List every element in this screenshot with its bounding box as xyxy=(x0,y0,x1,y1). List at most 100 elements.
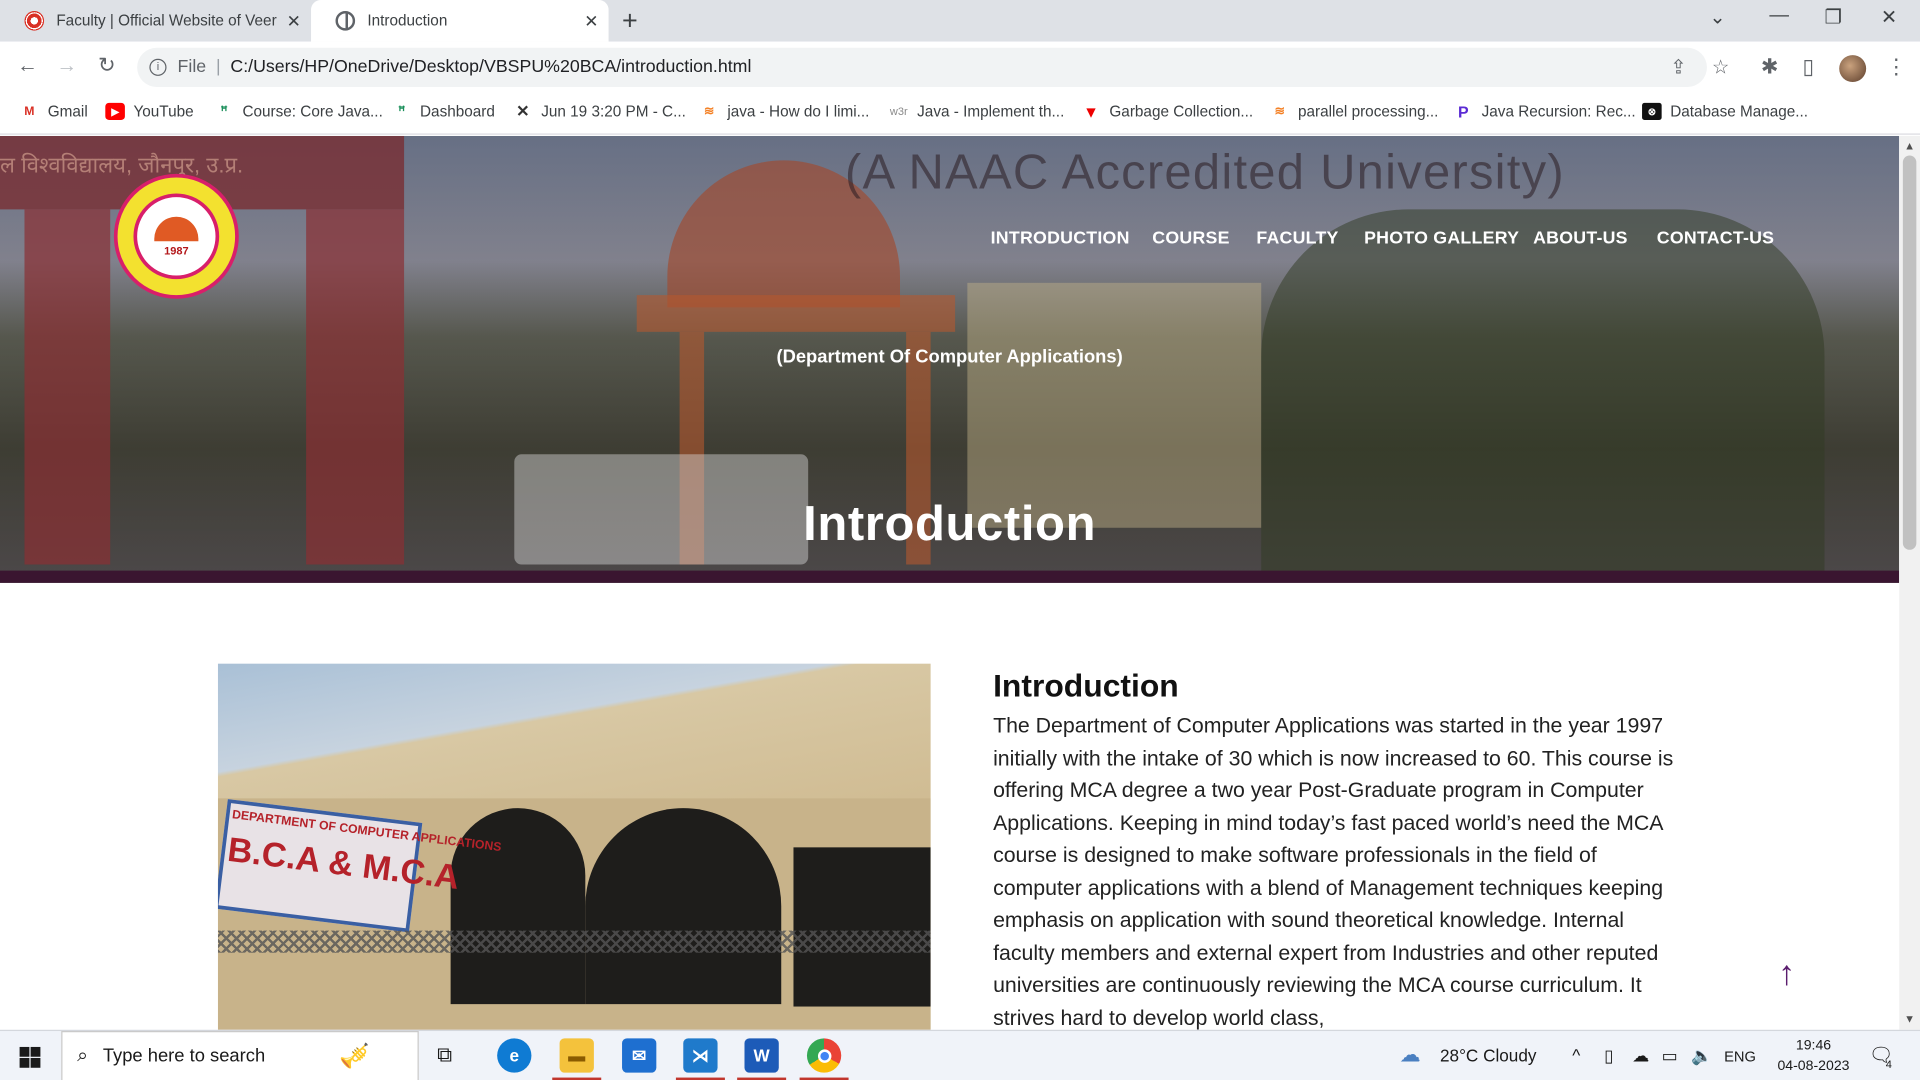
menu-course[interactable]: COURSE xyxy=(1152,229,1229,249)
menu-about-us[interactable]: ABOUT-US xyxy=(1533,229,1628,249)
menu-photo-gallery[interactable]: PHOTO GALLERY xyxy=(1364,229,1519,249)
w3r-icon: w3r xyxy=(889,105,908,118)
search-placeholder: Type here to search xyxy=(102,1045,266,1067)
close-icon[interactable]: ✕ xyxy=(277,10,311,31)
side-panel-icon[interactable]: ▯ xyxy=(1802,55,1813,79)
scroll-down-icon[interactable]: ▼ xyxy=(1904,1013,1915,1025)
minimize-icon[interactable]: — xyxy=(1769,5,1789,27)
naac-banner-text: (A NAAC Accredited University) xyxy=(844,145,1565,200)
chevron-up-icon[interactable]: ^ xyxy=(1572,1046,1580,1066)
file-explorer-icon[interactable]: ▬ xyxy=(559,1038,594,1073)
arch xyxy=(793,847,931,1007)
logo-emblem: 1987 xyxy=(133,193,220,280)
tab-title: Faculty | Official Website of Veer xyxy=(56,12,277,30)
notification-count: 4 xyxy=(1885,1057,1892,1071)
bookmark-database[interactable]: ⊗ Database Manage... xyxy=(1642,102,1809,121)
tab-faculty[interactable]: Faculty | Official Website of Veer ✕ xyxy=(0,0,311,42)
weather-text[interactable]: 28°C Cloudy xyxy=(1440,1046,1536,1066)
stackoverflow-icon: ≋ xyxy=(703,104,715,119)
menu-faculty[interactable]: FACULTY xyxy=(1256,229,1338,249)
youtube-icon: ▶ xyxy=(105,102,125,121)
hero-divider xyxy=(0,570,1900,583)
address-bar[interactable]: i File | C:/Users/HP/OneDrive/Desktop/VB… xyxy=(137,47,1729,87)
bookmark-garbage[interactable]: ▼ Garbage Collection... xyxy=(1081,102,1254,121)
bookmark-label: Database Manage... xyxy=(1670,102,1809,121)
back-icon[interactable]: ← xyxy=(17,54,38,78)
scroll-to-top-icon[interactable]: ↑ xyxy=(1778,954,1795,993)
bookmark-dashboard[interactable]: ꟸ Dashboard xyxy=(392,103,495,120)
url-text[interactable]: C:/Users/HP/OneDrive/Desktop/VBSPU%20BCA… xyxy=(230,58,751,78)
windows-taskbar: ⌕ Type here to search 🎺 ⧉ e ▬ ✉ ⋊ W ☁ 28… xyxy=(0,1029,1920,1080)
reload-icon[interactable]: ↻ xyxy=(98,54,115,78)
triangle-icon: ▼ xyxy=(1083,102,1099,121)
building xyxy=(967,282,1262,528)
scrollbar-thumb[interactable] xyxy=(1902,155,1917,550)
language-indicator[interactable]: ENG xyxy=(1724,1048,1756,1065)
scroll-up-icon[interactable]: ▲ xyxy=(1904,140,1915,152)
vscode-icon[interactable]: ⋊ xyxy=(683,1038,718,1073)
bookmark-w3r[interactable]: w3r Java - Implement th... xyxy=(889,103,1064,120)
bookmark-label: YouTube xyxy=(133,102,194,121)
bookmark-label: Garbage Collection... xyxy=(1109,102,1254,121)
forward-icon[interactable]: → xyxy=(56,54,77,78)
menu-introduction[interactable]: INTRODUCTION xyxy=(991,229,1130,249)
university-logo[interactable]: 1987 xyxy=(113,173,239,299)
mail-icon[interactable]: ✉ xyxy=(622,1038,657,1073)
canopy xyxy=(636,295,956,332)
taskbar-search-input[interactable]: ⌕ Type here to search 🎺 xyxy=(61,1031,419,1080)
device-icon[interactable]: ▯ xyxy=(1604,1046,1613,1067)
meeting-icon: ✕ xyxy=(516,101,530,121)
window-close-icon[interactable]: ✕ xyxy=(1881,5,1897,29)
hero-banner: ल विश्वविद्यालय, जौनपुर, उ.प्र. (A NAAC … xyxy=(0,135,1900,583)
bookmarks-bar: M Gmail ▶ YouTube ꟸ Course: Core Java...… xyxy=(0,93,1920,135)
bookmark-stackoverflow-1[interactable]: ≋ java - How do I limi... xyxy=(699,102,870,121)
share-icon[interactable]: ⇪ xyxy=(1670,55,1686,79)
bookmark-youtube[interactable]: ▶ YouTube xyxy=(105,102,194,121)
bookmark-label: Dashboard xyxy=(420,102,495,121)
info-icon[interactable]: i xyxy=(149,58,167,76)
bookmark-label: java - How do I limi... xyxy=(727,102,870,121)
scheme-label: File xyxy=(177,57,207,78)
logo-year: 1987 xyxy=(164,244,189,257)
tab-introduction[interactable]: Introduction ✕ xyxy=(311,0,609,42)
dashboard-icon: ꟸ xyxy=(398,104,406,119)
maximize-icon[interactable]: ❐ xyxy=(1825,5,1843,29)
bookmark-label: parallel processing... xyxy=(1297,102,1439,121)
trumpet-icon: 🎺 xyxy=(339,1043,370,1071)
p-icon: P xyxy=(1457,102,1469,121)
edge-icon[interactable]: e xyxy=(497,1038,532,1073)
task-view-icon[interactable]: ⧉ xyxy=(437,1043,452,1067)
tab-search-icon[interactable]: ⌄ xyxy=(1709,5,1725,29)
chrome-icon[interactable] xyxy=(806,1038,842,1073)
close-icon[interactable]: ✕ xyxy=(574,10,608,31)
battery-icon[interactable]: ▭ xyxy=(1662,1046,1678,1067)
section-heading: Introduction xyxy=(993,667,1179,705)
weather-icon[interactable]: ☁ xyxy=(1400,1043,1421,1067)
hindi-strip-text: ल विश्वविद्यालय, जौनपुर, उ.प्र. xyxy=(0,153,244,178)
bookmark-stackoverflow-2[interactable]: ≋ parallel processing... xyxy=(1270,102,1439,121)
bookmark-course[interactable]: ꟸ Course: Core Java... xyxy=(214,103,383,120)
bookmark-meeting[interactable]: ✕ Jun 19 3:20 PM - C... xyxy=(513,101,686,121)
star-icon[interactable]: ☆ xyxy=(1712,55,1730,79)
search-icon: ⌕ xyxy=(77,1045,89,1066)
menu-kebab-icon[interactable]: ⋮ xyxy=(1886,55,1907,79)
windows-start-icon[interactable] xyxy=(19,1046,41,1068)
bookmark-gmail[interactable]: M Gmail xyxy=(20,103,88,120)
bookmark-label: Java - Implement th... xyxy=(917,102,1065,121)
page-scrollbar[interactable]: ▲ ▼ xyxy=(1899,135,1920,1030)
divider: | xyxy=(215,57,221,78)
word-icon[interactable]: W xyxy=(744,1038,779,1073)
onedrive-icon[interactable]: ☁ xyxy=(1632,1046,1649,1067)
menu-contact-us[interactable]: CONTACT-US xyxy=(1657,229,1775,249)
bookmark-recursion[interactable]: P Java Recursion: Rec... xyxy=(1453,102,1636,121)
globe-icon xyxy=(335,11,356,31)
new-tab-icon[interactable]: + xyxy=(622,5,638,37)
extensions-icon[interactable]: ✱ xyxy=(1761,55,1778,79)
introduction-paragraph: The Department of Computer Applications … xyxy=(993,712,1674,1030)
tab-strip: Faculty | Official Website of Veer ✕ Int… xyxy=(0,0,1920,42)
bookmark-label: Gmail xyxy=(47,102,88,121)
hero-title: Introduction xyxy=(803,497,1097,552)
clock[interactable]: 19:46 04-08-2023 xyxy=(1769,1036,1857,1078)
volume-icon[interactable]: 🔈 xyxy=(1691,1046,1712,1067)
avatar[interactable] xyxy=(1839,55,1867,83)
